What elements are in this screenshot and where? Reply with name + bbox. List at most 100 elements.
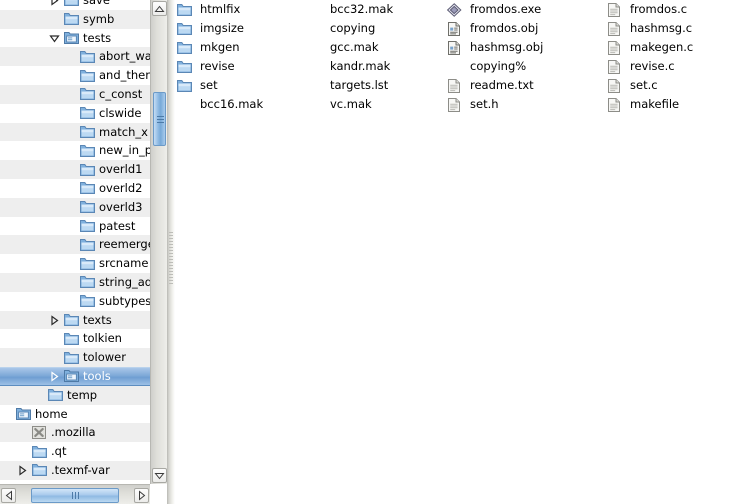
folder-icon xyxy=(64,351,79,364)
pane-splitter[interactable] xyxy=(167,0,175,504)
tree-item-label: patest xyxy=(99,218,136,233)
file-list-item[interactable]: mkgen xyxy=(175,38,305,57)
file-column: fromdos.exe fromdos.obj hashmsg.obj copying… xyxy=(445,0,605,115)
folder-icon xyxy=(177,3,192,17)
tree-item-clswide[interactable]: clswide xyxy=(0,103,150,123)
tree-item-label: string_ad xyxy=(99,274,150,289)
file-manager-window: save symb tests abort_wa and_then c_const clsw… xyxy=(0,0,735,504)
folder-icon xyxy=(80,87,95,101)
chevron-down-icon[interactable] xyxy=(49,33,60,44)
file-list-pane[interactable]: htmlfix imgsize mkgen revise set bcc16.mak bcc… xyxy=(175,0,735,504)
file-name-label: revise.c xyxy=(630,59,675,74)
directory-tree-viewport[interactable]: save symb tests abort_wa and_then c_const clsw… xyxy=(0,0,150,484)
tree-item-label: symb xyxy=(83,11,115,26)
tree-item-label: srcname xyxy=(99,256,149,271)
tree-item-match_x[interactable]: match_x xyxy=(0,122,150,142)
tree-item-texts[interactable]: texts xyxy=(0,310,150,330)
tree-vertical-scrollbar[interactable] xyxy=(150,0,167,484)
directory-tree-pane: save symb tests abort_wa and_then c_const clsw… xyxy=(0,0,167,504)
tree-item-label: and_then xyxy=(99,68,150,83)
chevron-right-icon[interactable] xyxy=(49,0,60,7)
tree-item-overld1[interactable]: overld1 xyxy=(0,160,150,179)
file-list-item[interactable]: gcc.mak xyxy=(305,38,445,57)
file-name-label: makegen.c xyxy=(630,40,694,55)
tree-item-mozilla[interactable]: .mozilla xyxy=(0,423,150,443)
scroll-left-arrow-icon[interactable] xyxy=(1,488,16,503)
file-list-item[interactable]: bcc32.mak xyxy=(305,0,445,19)
tree-item-home[interactable]: home xyxy=(0,404,150,424)
file-list-item[interactable]: makegen.c xyxy=(605,38,735,57)
folder-icon xyxy=(80,181,95,195)
folder-icon xyxy=(80,144,95,157)
file-list-item[interactable]: hashmsg.obj xyxy=(445,38,605,57)
file-list-item[interactable]: imgsize xyxy=(175,19,305,38)
tree-horizontal-scroll-thumb[interactable] xyxy=(31,488,119,503)
file-name-label: fromdos.obj xyxy=(470,21,539,36)
file-list-item[interactable]: fromdos.exe xyxy=(445,0,605,19)
file-name-label: set.h xyxy=(470,97,499,112)
tree-item-tolkien[interactable]: tolkien xyxy=(0,329,150,349)
folder-icon xyxy=(177,22,192,36)
tree-item-texmfvar[interactable]: .texmf-var xyxy=(0,460,150,480)
tree-item-tests[interactable]: tests xyxy=(0,28,150,48)
folder-icon xyxy=(80,69,95,82)
file-name-label: bcc16.mak xyxy=(200,97,264,112)
tree-item-tolower[interactable]: tolower xyxy=(0,348,150,367)
tree-item-symb[interactable]: symb xyxy=(0,9,150,29)
tree-item-qt[interactable]: .qt xyxy=(0,442,150,461)
tree-item-label: tolkien xyxy=(83,331,122,346)
tree-vertical-scroll-thumb[interactable] xyxy=(153,92,166,146)
file-list-item[interactable]: set.h xyxy=(445,95,605,114)
file-name-label: hashmsg.c xyxy=(630,21,693,36)
tree-item-overld3[interactable]: overld3 xyxy=(0,197,150,217)
tree-item-and_then[interactable]: and_then xyxy=(0,66,150,85)
file-list-item[interactable]: makefile xyxy=(605,95,735,114)
tree-item-string_ad[interactable]: string_ad xyxy=(0,272,150,292)
file-name-label: htmlfix xyxy=(200,2,241,16)
file-list-item[interactable]: htmlfix xyxy=(175,0,305,19)
folder-icon xyxy=(80,163,95,176)
file-list-item[interactable]: copying% xyxy=(445,57,605,76)
chevron-right-icon[interactable] xyxy=(49,315,60,326)
folder-icon xyxy=(177,79,192,93)
tree-item-tools[interactable]: tools xyxy=(0,366,150,386)
tree-item-reemerge[interactable]: reemerge xyxy=(0,235,150,255)
folder-icon xyxy=(80,238,95,251)
file-list-item[interactable]: fromdos.c xyxy=(605,0,735,19)
tree-item-srcname[interactable]: srcname xyxy=(0,254,150,273)
file-name-label: copying xyxy=(330,21,376,36)
chevron-right-icon[interactable] xyxy=(17,465,28,476)
file-list-item[interactable]: set.c xyxy=(605,76,735,95)
file-list-item[interactable]: set xyxy=(175,76,305,95)
file-list-item[interactable]: hashmsg.c xyxy=(605,19,735,38)
tree-item-patest[interactable]: patest xyxy=(0,216,150,236)
file-list-item[interactable]: fromdos.obj xyxy=(445,19,605,38)
tree-item-new_in_p[interactable]: new_in_p xyxy=(0,141,150,161)
chevron-right-icon[interactable] xyxy=(49,371,60,383)
file-name-label: hashmsg.obj xyxy=(470,40,544,55)
tree-item-label: overld1 xyxy=(99,162,143,177)
tree-item-temp[interactable]: temp xyxy=(0,385,150,405)
folder-open-icon xyxy=(16,407,31,420)
tree-item-label: abort_wa xyxy=(99,49,150,64)
tree-item-overld2[interactable]: overld2 xyxy=(0,178,150,198)
tree-item-label: .texmf-var xyxy=(51,462,110,477)
tree-item-abort_wa[interactable]: abort_wa xyxy=(0,47,150,67)
file-list-item[interactable]: targets.lst xyxy=(305,76,445,95)
file-list-item[interactable]: revise.c xyxy=(605,57,735,76)
file-name-label: kandr.mak xyxy=(330,59,391,74)
tree-item-save[interactable]: save xyxy=(0,0,150,10)
scroll-up-arrow-icon[interactable] xyxy=(152,1,167,16)
scroll-down-arrow-icon[interactable] xyxy=(152,468,167,483)
file-list-item[interactable]: readme.txt xyxy=(445,76,605,95)
scroll-right-arrow-icon[interactable] xyxy=(134,488,149,503)
file-list-item[interactable]: revise xyxy=(175,57,305,76)
tree-item-c_const[interactable]: c_const xyxy=(0,84,150,104)
tree-item-subtypes[interactable]: subtypes xyxy=(0,291,150,311)
file-list-item[interactable]: copying xyxy=(305,19,445,38)
file-list-item[interactable]: bcc16.mak xyxy=(175,95,305,114)
file-list-item[interactable]: vc.mak xyxy=(305,95,445,114)
tree-horizontal-scrollbar[interactable] xyxy=(0,484,150,504)
file-list-columns: htmlfix imgsize mkgen revise set bcc16.mak bcc… xyxy=(175,0,735,115)
file-list-item[interactable]: kandr.mak xyxy=(305,57,445,76)
